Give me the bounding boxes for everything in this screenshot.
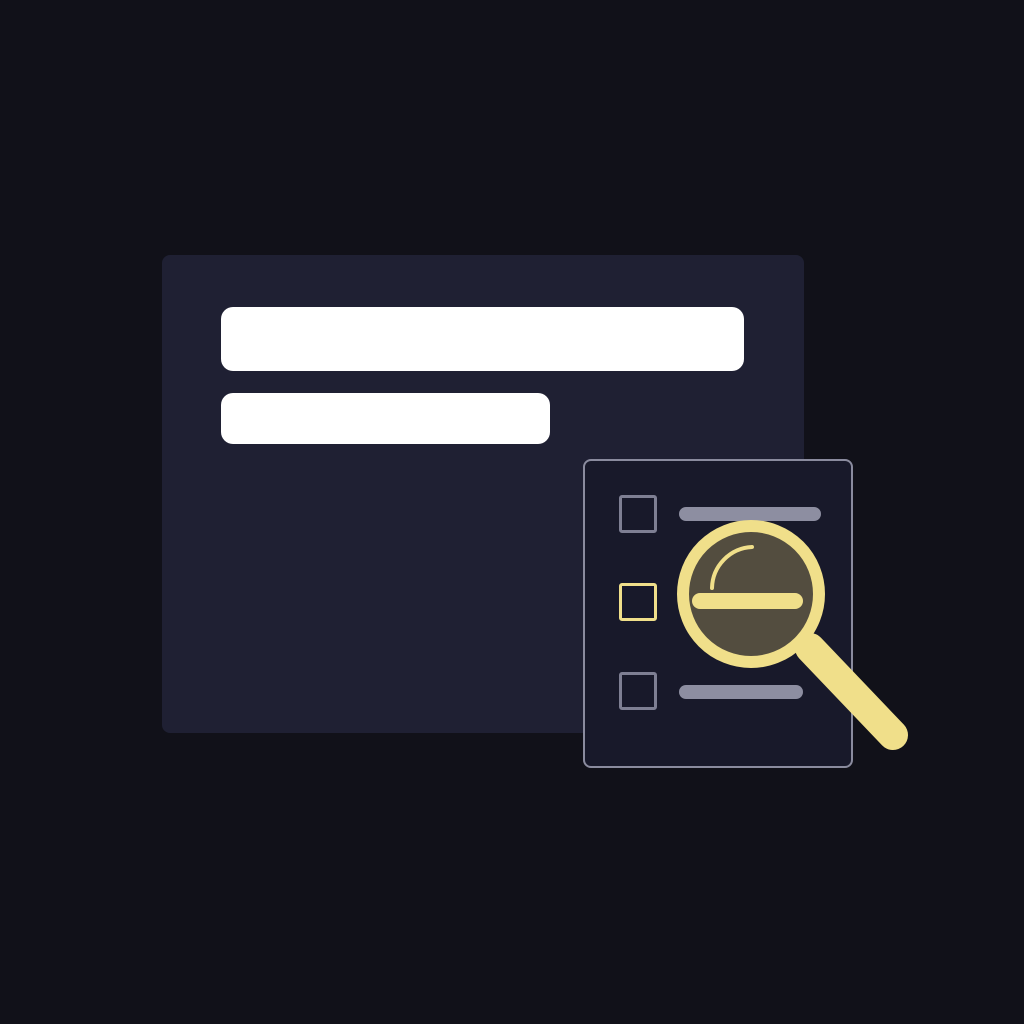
checkbox-icon bbox=[619, 672, 657, 710]
checkbox-icon bbox=[619, 495, 657, 533]
checkbox-icon-highlighted bbox=[619, 583, 657, 621]
title-placeholder-bar bbox=[221, 307, 744, 371]
checklist-card bbox=[583, 459, 853, 768]
illustration-canvas bbox=[0, 0, 1024, 1024]
checklist-item-line bbox=[679, 507, 821, 521]
checklist-item-line bbox=[679, 685, 803, 699]
subtitle-placeholder-bar bbox=[221, 393, 550, 444]
